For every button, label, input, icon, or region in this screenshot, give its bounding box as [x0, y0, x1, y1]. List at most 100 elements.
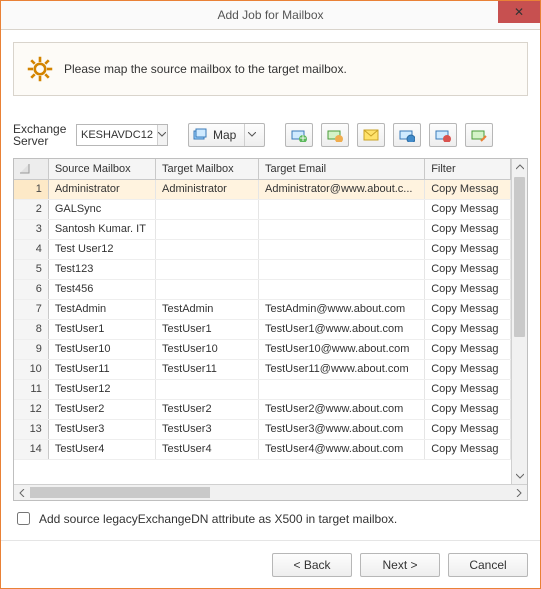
table-row[interactable]: 13TestUser3TestUser3TestUser3@www.about.…: [14, 419, 511, 439]
col-email[interactable]: Target Email: [258, 159, 424, 179]
grid-scroll-area[interactable]: Source Mailbox Target Mailbox Target Ema…: [14, 159, 511, 484]
cell-source[interactable]: Test123: [48, 259, 155, 279]
cell-filter[interactable]: Copy Messag: [425, 239, 511, 259]
cell-email[interactable]: TestUser4@www.about.com: [258, 439, 424, 459]
toolbar-btn-2[interactable]: [321, 123, 349, 147]
cell-target[interactable]: TestUser2: [156, 399, 259, 419]
cell-filter[interactable]: Copy Messag: [425, 419, 511, 439]
col-source[interactable]: Source Mailbox: [48, 159, 155, 179]
cell-source[interactable]: TestAdmin: [48, 299, 155, 319]
scroll-thumb-v[interactable]: [514, 177, 525, 337]
cell-target[interactable]: TestUser1: [156, 319, 259, 339]
cell-target[interactable]: Administrator: [156, 179, 259, 199]
cell-filter[interactable]: Copy Messag: [425, 359, 511, 379]
cell-email[interactable]: [258, 279, 424, 299]
scroll-left-icon[interactable]: [14, 485, 30, 500]
cell-source[interactable]: TestUser4: [48, 439, 155, 459]
cell-email[interactable]: [258, 239, 424, 259]
server-select[interactable]: KESHAVDC12: [76, 124, 168, 146]
cell-email[interactable]: [258, 219, 424, 239]
cell-filter[interactable]: Copy Messag: [425, 199, 511, 219]
horizontal-scrollbar[interactable]: [14, 484, 527, 500]
cell-email[interactable]: TestUser2@www.about.com: [258, 399, 424, 419]
table-row[interactable]: 8TestUser1TestUser1TestUser1@www.about.c…: [14, 319, 511, 339]
cell-filter[interactable]: Copy Messag: [425, 339, 511, 359]
cell-source[interactable]: TestUser3: [48, 419, 155, 439]
table-row[interactable]: 5Test123Copy Messag: [14, 259, 511, 279]
table-row[interactable]: 12TestUser2TestUser2TestUser2@www.about.…: [14, 399, 511, 419]
toolbar-btn-3[interactable]: [357, 123, 385, 147]
cell-source[interactable]: Test456: [48, 279, 155, 299]
cell-target[interactable]: [156, 259, 259, 279]
legacy-dn-checkbox[interactable]: [17, 512, 30, 525]
table-row[interactable]: 7TestAdminTestAdminTestAdmin@www.about.c…: [14, 299, 511, 319]
cell-target[interactable]: [156, 199, 259, 219]
chevron-down-icon[interactable]: [157, 125, 167, 145]
table-row[interactable]: 11TestUser12Copy Messag: [14, 379, 511, 399]
cell-target[interactable]: TestUser10: [156, 339, 259, 359]
mailbox-grid: Source Mailbox Target Mailbox Target Ema…: [13, 158, 528, 501]
table-row[interactable]: 6Test456Copy Messag: [14, 279, 511, 299]
cell-source[interactable]: Test User12: [48, 239, 155, 259]
cell-email[interactable]: [258, 259, 424, 279]
cell-filter[interactable]: Copy Messag: [425, 179, 511, 199]
col-filter[interactable]: Filter: [425, 159, 511, 179]
cell-target[interactable]: [156, 219, 259, 239]
cell-email[interactable]: TestUser11@www.about.com: [258, 359, 424, 379]
map-button[interactable]: Map: [188, 123, 265, 147]
table-row[interactable]: 4Test User12Copy Messag: [14, 239, 511, 259]
cell-email[interactable]: TestUser3@www.about.com: [258, 419, 424, 439]
cell-filter[interactable]: Copy Messag: [425, 319, 511, 339]
cell-filter[interactable]: Copy Messag: [425, 379, 511, 399]
toolbar-btn-6[interactable]: [465, 123, 493, 147]
back-button[interactable]: < Back: [272, 553, 352, 577]
cell-filter[interactable]: Copy Messag: [425, 399, 511, 419]
cell-source[interactable]: TestUser2: [48, 399, 155, 419]
cell-email[interactable]: Administrator@www.about.c...: [258, 179, 424, 199]
cell-source[interactable]: GALSync: [48, 199, 155, 219]
cell-target[interactable]: [156, 279, 259, 299]
cell-target[interactable]: TestUser3: [156, 419, 259, 439]
cell-source[interactable]: Administrator: [48, 179, 155, 199]
table-row[interactable]: 10TestUser11TestUser11TestUser11@www.abo…: [14, 359, 511, 379]
table-row[interactable]: 2GALSyncCopy Messag: [14, 199, 511, 219]
map-dropdown-icon[interactable]: [244, 124, 258, 146]
toolbar-btn-1[interactable]: +: [285, 123, 313, 147]
cell-target[interactable]: [156, 239, 259, 259]
cell-target[interactable]: TestUser11: [156, 359, 259, 379]
table-row[interactable]: 9TestUser10TestUser10TestUser10@www.abou…: [14, 339, 511, 359]
cell-filter[interactable]: Copy Messag: [425, 299, 511, 319]
table-row[interactable]: 3Santosh Kumar. ITCopy Messag: [14, 219, 511, 239]
toolbar-btn-4[interactable]: [393, 123, 421, 147]
scroll-down-icon[interactable]: [512, 468, 527, 484]
table-row[interactable]: 1AdministratorAdministratorAdministrator…: [14, 179, 511, 199]
cell-email[interactable]: TestUser1@www.about.com: [258, 319, 424, 339]
cell-target[interactable]: TestAdmin: [156, 299, 259, 319]
cell-source[interactable]: TestUser11: [48, 359, 155, 379]
scroll-right-icon[interactable]: [511, 485, 527, 500]
cell-filter[interactable]: Copy Messag: [425, 219, 511, 239]
cell-source[interactable]: TestUser12: [48, 379, 155, 399]
toolbar-btn-5[interactable]: [429, 123, 457, 147]
scroll-thumb-h[interactable]: [30, 487, 210, 498]
cell-source[interactable]: Santosh Kumar. IT: [48, 219, 155, 239]
window-close-button[interactable]: ✕: [498, 1, 540, 23]
cell-source[interactable]: TestUser10: [48, 339, 155, 359]
cell-target[interactable]: TestUser4: [156, 439, 259, 459]
vertical-scrollbar[interactable]: [511, 159, 527, 484]
cell-email[interactable]: TestUser10@www.about.com: [258, 339, 424, 359]
cell-source[interactable]: TestUser1: [48, 319, 155, 339]
table-row[interactable]: 14TestUser4TestUser4TestUser4@www.about.…: [14, 439, 511, 459]
col-rownum[interactable]: [14, 159, 48, 179]
cell-email[interactable]: [258, 199, 424, 219]
cancel-button[interactable]: Cancel: [448, 553, 528, 577]
col-target[interactable]: Target Mailbox: [156, 159, 259, 179]
cell-filter[interactable]: Copy Messag: [425, 259, 511, 279]
next-button[interactable]: Next >: [360, 553, 440, 577]
scroll-up-icon[interactable]: [512, 159, 527, 175]
cell-email[interactable]: TestAdmin@www.about.com: [258, 299, 424, 319]
cell-email[interactable]: [258, 379, 424, 399]
cell-target[interactable]: [156, 379, 259, 399]
cell-filter[interactable]: Copy Messag: [425, 279, 511, 299]
cell-filter[interactable]: Copy Messag: [425, 439, 511, 459]
